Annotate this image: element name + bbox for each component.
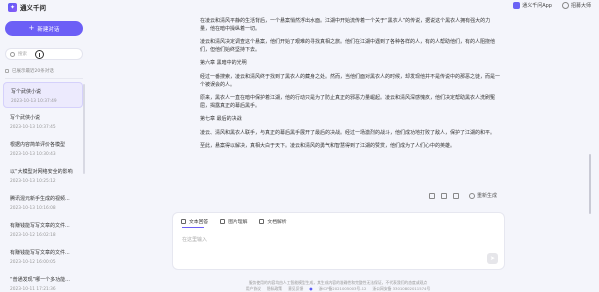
conversation-title: “普通发现”哪一个多功能... (10, 277, 70, 283)
phone-icon (513, 2, 521, 9)
footer-links: 用户协议 隐私政策 意见反馈 ● 浙ICP备2021005003号-12 浙公网… (148, 286, 528, 292)
conversation-date: 2023-10-13 10:37:49 (11, 99, 57, 104)
conversation-list: 写个武侠小说 2023-10-13 10:37:49 写个武侠小说 2023-1… (3, 82, 83, 292)
conversation-title: 有赚钱能写写文章的文件... (10, 223, 70, 229)
conversation-title: 写个武侠小说 (10, 115, 41, 121)
conversation-date: 2023-10-12 16:00:05 (10, 260, 56, 265)
footer: 服务使用的内容均由人工智能模型生成，其生成内容的准确性和完整性无法保证，不代表我… (148, 280, 528, 292)
document-icon (259, 219, 265, 224)
top-bar: ✦ 通义千问 通义千问App 招募大师 (0, 0, 599, 14)
footer-link-terms[interactable]: 用户协议 (246, 286, 261, 292)
chapter-heading: 第七章 最后的决战 (200, 116, 242, 123)
conversation-date: 2023-10-12 16:02:18 (10, 233, 56, 238)
regenerate-button[interactable]: 重新生成 (469, 192, 497, 199)
divider (5, 78, 83, 79)
recruit-link[interactable]: 招募大师 (561, 2, 591, 9)
image-icon (220, 219, 226, 224)
conversation-item[interactable]: “普通发现”哪一个多功能... 2023-10-11 17:21:36 (3, 271, 83, 292)
conversation-title: 以“大模型对网络安全的影响 (10, 169, 73, 175)
answer-paragraph: 至此，悬案得以解决，真相大白于天下。凌云和清风的勇气和智慧得到了江湖的赞赏，他们… (200, 142, 456, 149)
refresh-icon (469, 192, 475, 199)
input-tabs: 文本回答 图片理解 文档解析 (173, 213, 504, 225)
answer-actions: 重新生成 (429, 192, 497, 199)
conversation-item[interactable]: 有赚钱能写写文章的文件... 2023-10-12 16:00:05 (3, 244, 83, 270)
answer-paragraph: 凌云、清风和黑衣人联手，与真正的幕后黑手展开了最后的决战。经过一场激烈的战斗，他… (200, 129, 496, 136)
conversation-date: 2023-10-13 10:25:12 (10, 179, 56, 184)
tab-image-understanding[interactable]: 图片理解 (220, 218, 247, 225)
main-scrollbar[interactable] (589, 154, 591, 214)
main-panel: 在凌云和清风平静的生活背后，一个悬案悄然浮出水面。江湖中开始流传着一个关于“黑衣… (88, 14, 599, 292)
footer-link-privacy[interactable]: 隐私政策 (267, 286, 282, 292)
footer-icp[interactable]: 浙ICP备2021005003号-12 (319, 286, 367, 292)
conversation-date: 2023-10-13 10:37:45 (10, 125, 56, 130)
conversation-title: 写个武侠小说 (11, 89, 42, 95)
text-icon (181, 219, 186, 224)
user-icon (561, 2, 569, 9)
thumbs-up-icon[interactable] (429, 192, 435, 199)
conversation-date: 2023-10-13 10:16:08 (10, 206, 56, 211)
search-icon (10, 51, 15, 57)
send-icon[interactable]: ➤ (487, 253, 498, 264)
answer-content: 在凌云和清风平静的生活背后，一个悬案悄然浮出水面。江湖中开始流传着一个关于“黑衣… (200, 18, 500, 156)
tab-document-parsing[interactable]: 文档解析 (259, 218, 287, 225)
conversation-item[interactable]: 腾讯混元新手生成的视频... 2023-10-13 10:16:08 (3, 190, 83, 216)
conversation-item[interactable]: 根据内容简单评价各模型 2023-10-13 10:30:43 (3, 136, 83, 162)
new-chat-button[interactable]: + 新建对话 (5, 21, 83, 36)
top-links: 通义千问App 招募大师 (513, 2, 591, 9)
conversation-date: 2023-10-13 10:30:43 (10, 152, 56, 157)
footer-dot-icon: ● (309, 286, 313, 291)
logo-mark-icon: ✦ (8, 2, 17, 12)
message-input[interactable]: 在这里输入 (182, 236, 207, 243)
answer-paragraph: 凌云和清风决定调查这个悬案，他们开始了艰难的寻找真相之旅。他们在江湖中遇到了各种… (200, 39, 496, 53)
conversation-item[interactable]: 写个武侠小说 2023-10-13 10:37:49 (3, 82, 83, 108)
answer-paragraph: 在凌云和清风平静的生活背后，一个悬案悄然浮出水面。江湖中开始流传着一个关于“黑衣… (200, 18, 491, 32)
conversation-item[interactable]: 以“大模型对网络安全的影响 2023-10-13 10:25:12 (3, 163, 83, 189)
conversation-item[interactable]: 写个武侠小说 2023-10-13 10:37:45 (3, 109, 83, 135)
plus-icon: + (28, 24, 35, 32)
conversation-title: 根据内容简单评价各模型 (10, 142, 66, 148)
thumbs-down-icon[interactable] (441, 192, 447, 199)
sidebar: + 新建对话 搜索 已展示最近20条对话 写个武侠小说 2023-10-13 1… (0, 14, 85, 292)
footer-link-feedback[interactable]: 意见反馈 (288, 286, 303, 292)
app-download-link[interactable]: 通义千问App (513, 2, 552, 9)
answer-paragraph: 经过一番搜索，凌云和清风终于找到了黑衣人的藏身之处。然而，当他们面对黑衣人的时候… (200, 73, 501, 88)
footer-police[interactable]: 浙公网安备 33010802011574号 (372, 286, 430, 292)
tab-text-answer[interactable]: 文本回答 (181, 218, 208, 225)
active-tab-indicator (182, 227, 204, 228)
select-checkbox-icon[interactable] (5, 69, 9, 73)
chat-input-box: 文本回答 图片理解 文档解析 在这里输入 ➤ (172, 212, 505, 270)
answer-paragraph: 原来，黑衣人一直在暗中保护着江湖，他的行动只是为了防止真正的邪恶力量崛起。凌云和… (200, 94, 496, 109)
app-logo[interactable]: ✦ 通义千问 (8, 2, 46, 12)
sidebar-scrollbar[interactable] (83, 84, 85, 174)
conversation-title: 腾讯混元新手生成的视频... (10, 196, 70, 202)
conversation-hint: 已展示最近20条对话 (5, 68, 54, 74)
mouse-cursor-icon (35, 50, 44, 59)
conversation-title: 有赚钱能写写文章的文件... (10, 250, 70, 256)
search-input[interactable]: 搜索 (5, 48, 83, 60)
conversation-item[interactable]: 有赚钱能写写文章的文件... 2023-10-12 16:02:18 (3, 217, 83, 243)
copy-icon[interactable] (453, 192, 459, 199)
conversation-date: 2023-10-11 17:21:36 (10, 287, 56, 292)
app-title: 通义千问 (20, 4, 46, 12)
chapter-heading: 第六章 黑暗中的光明 (200, 60, 247, 67)
